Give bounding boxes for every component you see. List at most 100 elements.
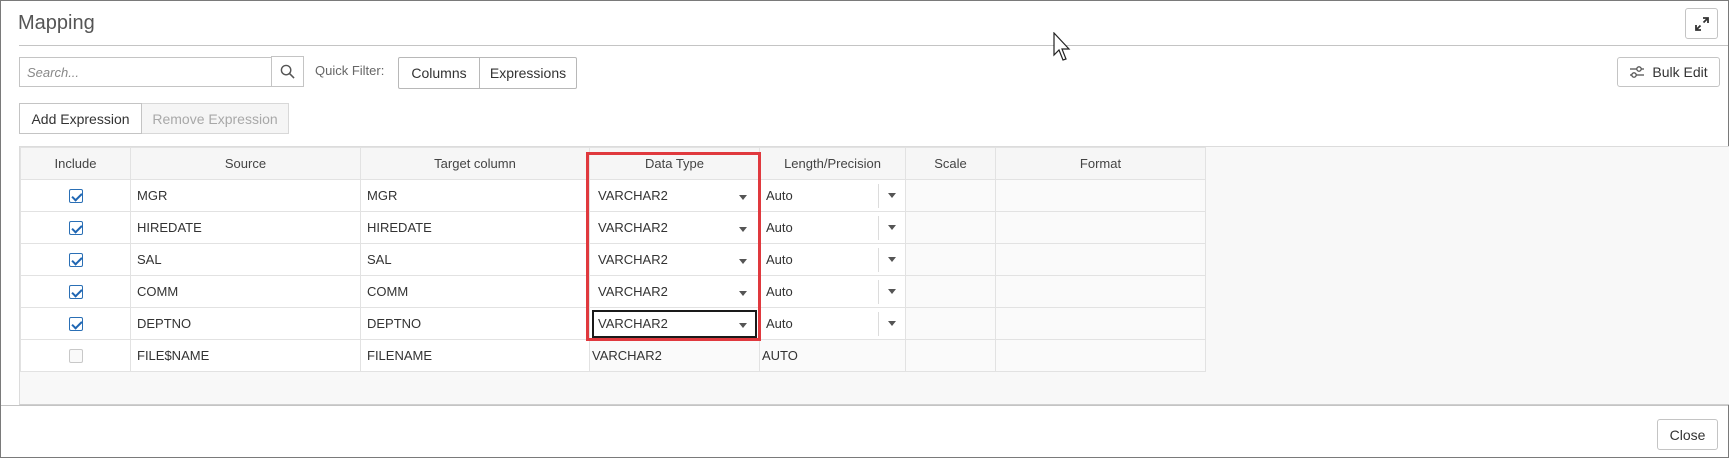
- data-type-cell: VARCHAR2: [589, 211, 760, 244]
- table-row[interactable]: HIREDATE HIREDATE VARCHAR2 Auto: [20, 211, 1206, 244]
- dropdown-caret-icon[interactable]: [739, 194, 747, 200]
- include-checkbox[interactable]: [68, 285, 83, 300]
- data-type-select[interactable]: VARCHAR2: [592, 214, 757, 242]
- data-type-value: VARCHAR2: [598, 284, 668, 299]
- table-row[interactable]: COMM COMM VARCHAR2 Auto: [20, 275, 1206, 308]
- target-column-cell[interactable]: HIREDATE: [360, 211, 590, 244]
- dropdown-caret-icon[interactable]: [888, 256, 896, 262]
- scale-cell[interactable]: [905, 243, 996, 276]
- search-button[interactable]: [271, 56, 304, 87]
- table-row[interactable]: SAL SAL VARCHAR2 Auto: [20, 243, 1206, 276]
- length-value: Auto: [766, 220, 793, 235]
- header-length-precision[interactable]: Length/Precision: [759, 147, 906, 180]
- target-column-cell[interactable]: COMM: [360, 275, 590, 308]
- include-checkbox[interactable]: [68, 221, 83, 236]
- include-cell: [20, 179, 131, 212]
- data-type-select[interactable]: VARCHAR2: [592, 278, 757, 306]
- add-expression-button[interactable]: Add Expression: [19, 103, 142, 134]
- header-data-type[interactable]: Data Type: [589, 147, 760, 180]
- target-column-cell[interactable]: MGR: [360, 179, 590, 212]
- format-cell[interactable]: [995, 275, 1206, 308]
- scale-cell[interactable]: [905, 179, 996, 212]
- length-cell: Auto: [759, 275, 906, 308]
- dropdown-caret-icon[interactable]: [739, 322, 747, 328]
- include-checkbox[interactable]: [68, 253, 83, 268]
- header-target-column[interactable]: Target column: [360, 147, 590, 180]
- data-type-value: VARCHAR2: [592, 348, 662, 363]
- length-select[interactable]: Auto: [761, 214, 905, 242]
- length-value: AUTO: [762, 348, 798, 363]
- length-select[interactable]: Auto: [761, 182, 905, 210]
- scale-cell[interactable]: [905, 275, 996, 308]
- search-input[interactable]: [19, 57, 272, 87]
- dropdown-caret-icon[interactable]: [888, 192, 896, 198]
- source-cell: SAL: [130, 243, 361, 276]
- table-header-row: Include Source Target column Data Type L…: [20, 147, 1206, 180]
- include-cell: [20, 307, 131, 340]
- header-scale[interactable]: Scale: [905, 147, 996, 180]
- source-cell: HIREDATE: [130, 211, 361, 244]
- target-column-cell[interactable]: SAL: [360, 243, 590, 276]
- mapping-dialog: Mapping Quick Filter: Columns Expression…: [0, 0, 1729, 458]
- include-cell: [20, 211, 131, 244]
- header-format[interactable]: Format: [995, 147, 1206, 180]
- format-cell[interactable]: [995, 339, 1206, 372]
- header-source[interactable]: Source: [130, 147, 361, 180]
- table-row[interactable]: DEPTNO DEPTNO VARCHAR2 Auto: [20, 307, 1206, 340]
- data-type-select[interactable]: VARCHAR2: [592, 309, 757, 338]
- data-type-select[interactable]: VARCHAR2: [592, 182, 757, 210]
- scale-cell[interactable]: [905, 211, 996, 244]
- data-type-cell: VARCHAR2: [589, 179, 760, 212]
- length-divider: [878, 215, 879, 240]
- dropdown-caret-icon[interactable]: [739, 290, 747, 296]
- data-type-cell: VARCHAR2: [589, 307, 760, 340]
- length-divider: [878, 279, 879, 304]
- data-type-value: VARCHAR2: [598, 188, 668, 203]
- format-cell[interactable]: [995, 179, 1206, 212]
- include-checkbox[interactable]: [68, 189, 83, 204]
- length-select[interactable]: Auto: [761, 246, 905, 274]
- length-value: Auto: [766, 188, 793, 203]
- remove-expression-button: Remove Expression: [142, 103, 289, 134]
- dropdown-caret-icon[interactable]: [888, 224, 896, 230]
- format-cell[interactable]: [995, 243, 1206, 276]
- length-divider: [878, 311, 879, 336]
- expand-button[interactable]: [1685, 8, 1718, 39]
- format-cell[interactable]: [995, 211, 1206, 244]
- length-select[interactable]: Auto: [761, 278, 905, 306]
- scale-cell[interactable]: [905, 339, 996, 372]
- data-type-cell: VARCHAR2: [589, 339, 760, 372]
- include-cell: [20, 339, 131, 372]
- dropdown-caret-icon[interactable]: [739, 226, 747, 232]
- target-column-cell[interactable]: DEPTNO: [360, 307, 590, 340]
- dropdown-caret-icon[interactable]: [888, 320, 896, 326]
- data-type-value: VARCHAR2: [598, 252, 668, 267]
- length-cell: Auto: [759, 307, 906, 340]
- mapping-table: Include Source Target column Data Type L…: [20, 147, 1206, 372]
- data-type-value: VARCHAR2: [598, 316, 668, 331]
- include-checkbox[interactable]: [68, 317, 83, 332]
- data-type-value: VARCHAR2: [598, 220, 668, 235]
- length-select[interactable]: Auto: [761, 310, 905, 338]
- scale-cell[interactable]: [905, 307, 996, 340]
- quick-filter-label: Quick Filter:: [315, 63, 385, 78]
- data-type-select[interactable]: VARCHAR2: [592, 246, 757, 274]
- dropdown-caret-icon[interactable]: [888, 288, 896, 294]
- bulk-edit-button[interactable]: Bulk Edit: [1617, 57, 1720, 87]
- dropdown-caret-icon[interactable]: [739, 258, 747, 264]
- header-include[interactable]: Include: [20, 147, 131, 180]
- dialog-title: Mapping: [18, 12, 95, 34]
- table-row[interactable]: MGR MGR VARCHAR2 Auto: [20, 179, 1206, 212]
- length-cell: AUTO: [759, 339, 906, 372]
- filter-columns-button[interactable]: Columns: [398, 57, 480, 89]
- footer-divider: [1, 405, 1728, 406]
- include-checkbox: [68, 349, 83, 364]
- table-row[interactable]: FILE$NAME FILENAME VARCHAR2 AUTO: [20, 339, 1206, 372]
- filter-expressions-button[interactable]: Expressions: [479, 57, 577, 89]
- mouse-cursor-icon: [1053, 32, 1071, 61]
- source-cell: COMM: [130, 275, 361, 308]
- format-cell[interactable]: [995, 307, 1206, 340]
- close-button[interactable]: Close: [1657, 419, 1718, 450]
- search-icon: [280, 64, 295, 79]
- target-column-cell[interactable]: FILENAME: [360, 339, 590, 372]
